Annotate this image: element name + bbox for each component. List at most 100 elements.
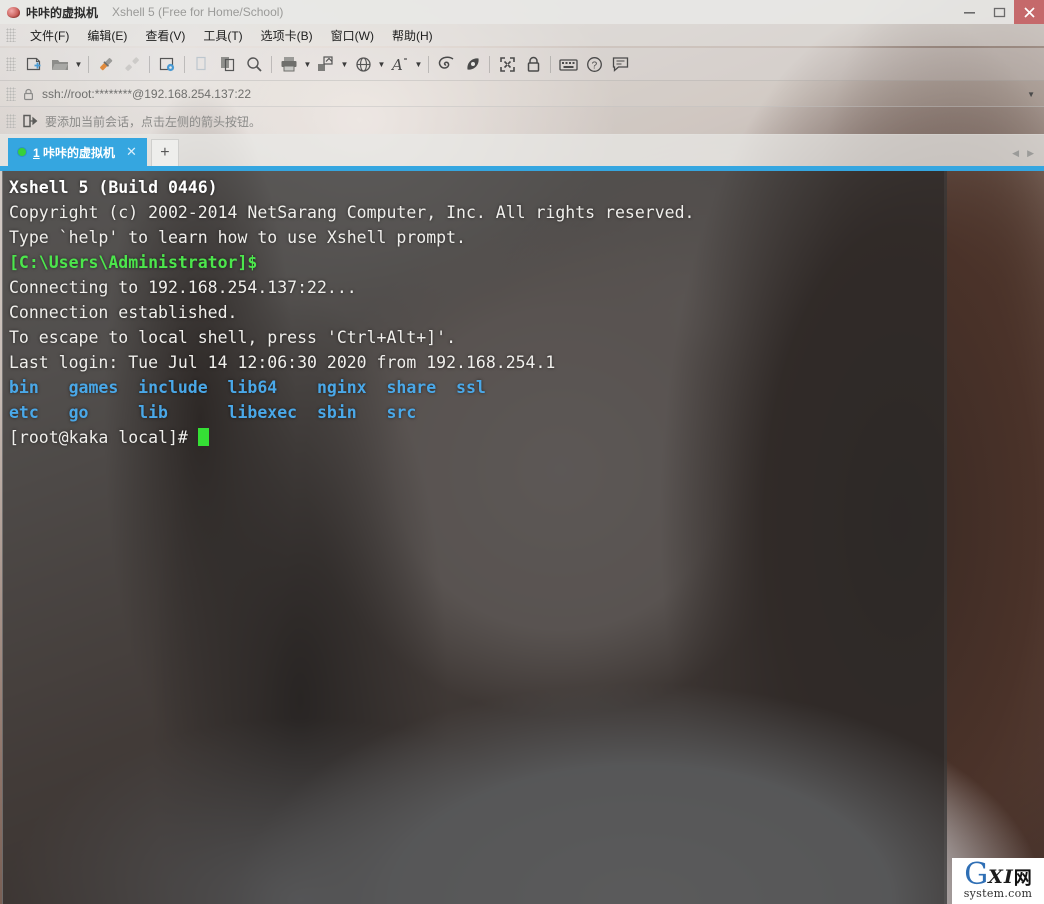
connected-dot-icon xyxy=(18,148,26,156)
watermark-top: G XI 网 xyxy=(964,856,1032,892)
cut-icon[interactable] xyxy=(189,51,215,77)
window-title: 咔咔的虚拟机 xyxy=(26,5,99,20)
terminal-line: Type `help' to learn how to use Xshell p… xyxy=(9,225,947,250)
xshell-logo-icon xyxy=(0,6,26,18)
terminal-text: Connection established. xyxy=(9,303,238,322)
connect-icon[interactable] xyxy=(93,51,119,77)
terminal-text: [root@kaka local]# xyxy=(9,428,198,447)
find-icon[interactable] xyxy=(241,51,267,77)
terminal-text: To escape to local shell, press 'Ctrl+Al… xyxy=(9,328,457,347)
open-folder-caret-icon[interactable]: ▼ xyxy=(73,51,84,77)
toolbar-separator xyxy=(428,55,429,73)
menu-help[interactable]: 帮助(H) xyxy=(383,24,442,47)
watermark: G XI 网 system.com xyxy=(952,858,1044,904)
toolbar-separator xyxy=(88,55,89,73)
watermark-domain: system.com xyxy=(963,887,1033,901)
terminal-text: Last login: Tue Jul 14 12:06:30 2020 fro… xyxy=(9,353,556,372)
globe-encoding-icon[interactable] xyxy=(350,51,376,77)
terminal-line: [C:\Users\Administrator]$ xyxy=(9,250,947,275)
terminal-line: To escape to local shell, press 'Ctrl+Al… xyxy=(9,325,947,350)
terminal-cursor xyxy=(197,428,209,446)
close-button[interactable] xyxy=(1014,0,1044,24)
menu-view[interactable]: 查看(V) xyxy=(136,24,194,47)
window-subtitle: Xshell 5 (Free for Home/School) xyxy=(112,5,284,19)
transfer-file-icon[interactable] xyxy=(313,51,339,77)
terminal-line: Last login: Tue Jul 14 12:06:30 2020 fro… xyxy=(9,350,947,375)
notice-bar: 要添加当前会话，点击左侧的箭头按钮。 xyxy=(0,106,1044,135)
tab-scroll-right-icon[interactable]: ▶ xyxy=(1027,148,1034,159)
menu-tabs[interactable]: 选项卡(B) xyxy=(252,24,322,47)
help-icon[interactable]: ? xyxy=(581,51,607,77)
tab-close-icon[interactable]: ✕ xyxy=(122,144,141,160)
tab-nav: ◀ ▶ xyxy=(1012,148,1044,166)
print-icon[interactable] xyxy=(276,51,302,77)
new-session-icon[interactable] xyxy=(21,51,47,77)
toolbar-grip[interactable] xyxy=(6,57,16,71)
window-controls xyxy=(954,0,1044,24)
transfer-caret-icon[interactable]: ▼ xyxy=(339,51,350,77)
tab-strip: 1 咔咔的虚拟机 ✕ + ◀ ▶ xyxy=(0,134,1044,166)
watermark-letters-xi: XI xyxy=(988,866,1014,889)
new-tab-button[interactable]: + xyxy=(150,139,179,166)
print-caret-icon[interactable]: ▼ xyxy=(302,51,313,77)
tab-scroll-left-icon[interactable]: ◀ xyxy=(1012,148,1019,159)
fullscreen-icon[interactable] xyxy=(494,51,520,77)
compose-bar-icon[interactable] xyxy=(433,51,459,77)
menu-edit[interactable]: 编辑(E) xyxy=(78,24,136,47)
font-icon[interactable]: A xyxy=(387,51,413,77)
globe-caret-icon[interactable]: ▼ xyxy=(376,51,387,77)
terminal-line: etc go lib libexec sbin src xyxy=(9,400,947,425)
menu-file[interactable]: 文件(F) xyxy=(21,24,78,47)
toolbar-separator xyxy=(489,55,490,73)
terminal-line: bin games include lib64 nginx share ssl xyxy=(9,375,947,400)
terminal-text: etc go lib libexec sbin src xyxy=(9,403,417,422)
tab-session-1[interactable]: 1 咔咔的虚拟机 ✕ xyxy=(8,138,147,166)
terminal-line: [root@kaka local]# xyxy=(9,425,947,450)
disconnect-icon[interactable] xyxy=(119,51,145,77)
tab-title: 咔咔的虚拟机 xyxy=(43,145,116,160)
noticebar-grip[interactable] xyxy=(6,114,16,128)
terminal-line: Connection established. xyxy=(9,300,947,325)
minimize-button[interactable] xyxy=(954,0,984,24)
open-folder-icon[interactable] xyxy=(47,51,73,77)
toolbar-separator xyxy=(271,55,272,73)
terminal-line: Copyright (c) 2002-2014 NetSarang Comput… xyxy=(9,200,947,225)
addressbar-grip[interactable] xyxy=(6,87,16,101)
add-session-arrow-icon[interactable] xyxy=(23,114,38,128)
keyboard-icon[interactable] xyxy=(555,51,581,77)
watermark-letter-g: G xyxy=(964,856,989,892)
menubar-grip[interactable] xyxy=(6,28,16,42)
copy-paste-icon[interactable] xyxy=(215,51,241,77)
notice-text: 要添加当前会话，点击左侧的箭头按钮。 xyxy=(45,114,262,129)
terminal-line: Xshell 5 (Build 0446) xyxy=(9,175,947,200)
terminal-text: Copyright (c) 2002-2014 NetSarang Comput… xyxy=(9,203,695,222)
window-titlebar: 咔咔的虚拟机 Xshell 5 (Free for Home/School) xyxy=(0,0,1044,24)
terminal-text: bin games include lib64 nginx share ssl xyxy=(9,378,486,397)
terminal-scrollbar[interactable] xyxy=(944,171,947,904)
maximize-button[interactable] xyxy=(984,0,1014,24)
menubar: 文件(F) 编辑(E) 查看(V) 工具(T) 选项卡(B) 窗口(W) 帮助(… xyxy=(0,24,1044,46)
terminal-line: Connecting to 192.168.254.137:22... xyxy=(9,275,947,300)
feedback-icon[interactable] xyxy=(607,51,633,77)
address-bar[interactable]: ssh://root:********@192.168.254.137:22 ▼ xyxy=(0,80,1044,107)
terminal-text: Type `help' to learn how to use Xshell p… xyxy=(9,228,466,247)
address-input[interactable]: ssh://root:********@192.168.254.137:22 xyxy=(42,87,251,101)
lock-icon xyxy=(23,88,34,101)
menu-window[interactable]: 窗口(W) xyxy=(322,24,383,47)
highlight-icon[interactable] xyxy=(459,51,485,77)
terminal-text: Connecting to 192.168.254.137:22... xyxy=(9,278,357,297)
terminal-text: Xshell 5 (Build 0446) xyxy=(9,178,218,197)
toolbar: ▼ ▼ ▼ ▼ A ▼ ? xyxy=(0,48,1044,80)
tab-index: 1 xyxy=(33,145,40,160)
font-caret-icon[interactable]: ▼ xyxy=(413,51,424,77)
toolbar-separator xyxy=(149,55,150,73)
lock-icon[interactable] xyxy=(520,51,546,77)
chevron-down-icon[interactable]: ▼ xyxy=(1027,90,1035,99)
session-properties-icon[interactable] xyxy=(154,51,180,77)
terminal-panel[interactable]: Xshell 5 (Build 0446) Copyright (c) 2002-… xyxy=(2,171,947,904)
toolbar-separator xyxy=(550,55,551,73)
svg-text:?: ? xyxy=(591,60,597,71)
toolbar-separator xyxy=(184,55,185,73)
menu-tools[interactable]: 工具(T) xyxy=(194,24,251,47)
terminal-output: Xshell 5 (Build 0446) Copyright (c) 2002-… xyxy=(3,171,947,450)
